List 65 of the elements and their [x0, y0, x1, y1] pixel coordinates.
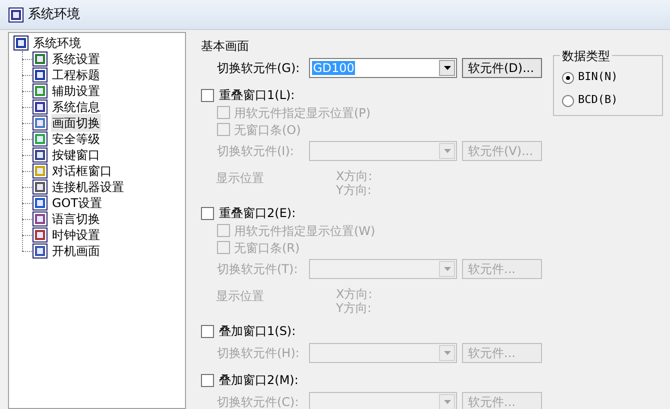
tree-item[interactable]: 画面切换 [51, 114, 101, 132]
checkbox-label[interactable]: 重叠窗口1(L): [219, 86, 295, 104]
tree-item[interactable]: 时钟设置 [51, 226, 101, 244]
field-label: 切换软元件(T): [217, 261, 299, 278]
tree-item[interactable]: 按键窗口 [51, 146, 101, 164]
field-label: 切换软元件(I): [217, 143, 295, 160]
tree-item[interactable]: 语言切换 [51, 210, 101, 228]
radio-label[interactable]: BIN(N) [578, 69, 618, 86]
panel-icon [32, 99, 48, 115]
y-direction-label: Y方向: [336, 301, 372, 315]
tree-item[interactable]: 对话框窗口 [51, 162, 113, 180]
field-value: GD100 [312, 61, 356, 75]
checkbox[interactable] [217, 241, 230, 254]
panel-icon [32, 195, 48, 211]
app-icon [8, 6, 24, 22]
panel-icon [32, 67, 48, 83]
radio-button[interactable] [562, 72, 574, 84]
panel-icon [32, 51, 48, 67]
field-label: 切换软元件(G): [217, 60, 301, 77]
tree-item[interactable]: 系统信息 [51, 98, 101, 116]
tree-item[interactable]: 工程标题 [51, 66, 101, 84]
dropdown-field[interactable] [309, 259, 457, 279]
panel-icon [32, 211, 48, 227]
tree-item[interactable]: 安全等级 [51, 130, 101, 148]
dropdown-field[interactable] [309, 343, 457, 363]
checkbox[interactable] [201, 374, 214, 386]
checkbox[interactable] [201, 324, 214, 338]
checkbox-label[interactable]: 重叠窗口2(E): [219, 204, 296, 222]
radio-button[interactable] [562, 94, 574, 106]
checkbox[interactable] [201, 88, 214, 102]
device-button[interactable]: 软元件(D)... [462, 58, 542, 78]
group-title: 数据类型 [560, 47, 612, 65]
folder-icon [13, 35, 29, 51]
radio-label[interactable]: BCD(B) [578, 92, 618, 109]
panel-icon [32, 243, 48, 259]
window-title: 系统环境 [28, 6, 80, 24]
checkbox[interactable] [217, 106, 230, 119]
field-label: 切换软元件(C): [217, 394, 300, 409]
x-direction-label: X方向: [336, 169, 372, 183]
dropdown-field[interactable] [309, 141, 457, 161]
panel-icon [32, 227, 48, 243]
panel-icon [32, 147, 48, 163]
tree-item[interactable]: 系统设置 [51, 50, 101, 68]
tree-item[interactable]: 辅助设置 [51, 82, 101, 100]
position-label: 显示位置 [216, 288, 265, 305]
panel-icon [32, 83, 48, 99]
panel-icon [32, 131, 48, 147]
tree-root[interactable]: 系统环境 [33, 34, 81, 52]
tree-item[interactable]: GOT设置 [51, 194, 104, 212]
panel-icon [32, 163, 48, 179]
y-direction-label: Y方向: [336, 183, 372, 197]
field-label: 切换软元件(H): [217, 345, 300, 362]
section-heading: 基本画面 [201, 38, 250, 55]
checkbox[interactable] [217, 123, 230, 136]
checkbox[interactable] [217, 224, 230, 237]
panel-icon [32, 115, 48, 131]
tree-item[interactable]: 开机画面 [51, 242, 101, 260]
checkbox-label[interactable]: 叠加窗口1(S): [219, 322, 296, 340]
x-direction-label: X方向: [336, 287, 372, 301]
tree-item[interactable]: 连接机器设置 [51, 178, 125, 196]
dropdown-field[interactable] [309, 392, 457, 409]
panel-icon [32, 179, 48, 195]
checkbox-label[interactable]: 叠加窗口2(M): [219, 371, 298, 389]
checkbox[interactable] [201, 206, 214, 220]
position-label: 显示位置 [216, 170, 265, 187]
